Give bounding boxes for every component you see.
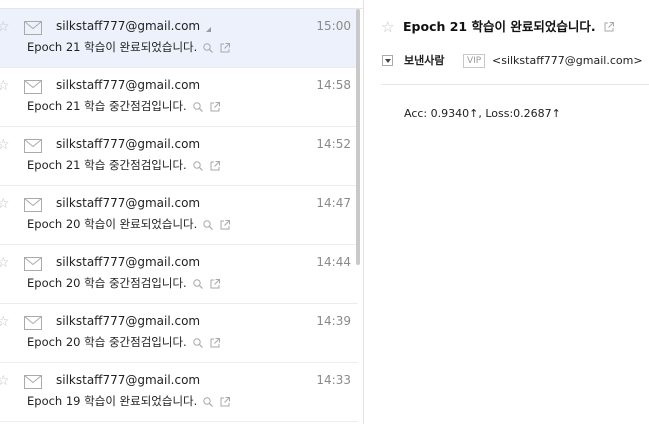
mail-subject-text: Epoch 21 학습 중간점검입니다. xyxy=(27,99,187,113)
sender-text: silkstaff777@gmail.com xyxy=(56,373,201,387)
sender-address[interactable]: silkstaff777@gmail.com xyxy=(56,314,200,329)
mail-subject-text: Epoch 20 학습이 완료되었습니다. xyxy=(27,217,198,231)
mail-list-item[interactable]: ☆ silkstaff777@gmail.com 14:52 Epoch 21 학습 … xyxy=(0,127,358,186)
envelope-icon xyxy=(24,21,42,35)
envelope-icon xyxy=(24,257,42,271)
sender-address[interactable]: silkstaff777@gmail.com xyxy=(56,196,200,211)
mail-subject-text: Epoch 19 학습이 완료되었습니다. xyxy=(27,394,198,408)
envelope-icon xyxy=(24,198,42,212)
search-icon[interactable] xyxy=(202,396,214,408)
envelope-icon xyxy=(24,139,42,153)
star-icon[interactable]: ☆ xyxy=(0,374,10,388)
search-icon[interactable] xyxy=(192,278,204,290)
mail-time: 15:00 xyxy=(316,19,351,33)
sender-text: silkstaff777@gmail.com xyxy=(56,314,201,328)
search-icon[interactable] xyxy=(202,42,214,54)
mail-list-item[interactable]: ☆ silkstaff777@gmail.com 14:58 Epoch 21 학습 … xyxy=(0,68,358,127)
star-icon[interactable]: ☆ xyxy=(0,315,10,329)
envelope-icon xyxy=(24,80,42,94)
reader-subject-text: Epoch 21 학습이 완료되었습니다. xyxy=(403,19,596,34)
envelope-icon xyxy=(24,316,42,330)
mail-subject-text: Epoch 20 학습 중간점검입니다. xyxy=(27,276,187,290)
mail-list-item[interactable]: ☆ silkstaff777@gmail.com 15:00 Epoch 21 학습이… xyxy=(0,9,358,68)
reading-pane: ☆ Epoch 21 학습이 완료되었습니다. 보낸사람 VIP <silkst… xyxy=(365,0,649,424)
new-window-icon[interactable] xyxy=(209,101,221,113)
reader-divider xyxy=(381,84,649,85)
mail-time: 14:47 xyxy=(316,196,351,210)
star-icon[interactable]: ☆ xyxy=(0,256,10,270)
mail-time: 14:39 xyxy=(316,314,351,328)
new-window-icon[interactable] xyxy=(209,278,221,290)
mail-subject[interactable]: Epoch 21 학습 중간점검입니다. xyxy=(27,99,221,114)
star-icon[interactable]: ☆ xyxy=(0,197,10,211)
sender-text: silkstaff777@gmail.com xyxy=(56,19,201,33)
star-icon[interactable]: ☆ xyxy=(0,79,10,93)
new-window-icon[interactable] xyxy=(209,160,221,172)
mail-subject[interactable]: Epoch 20 학습 중간점검입니다. xyxy=(27,276,221,291)
mail-time: 14:33 xyxy=(316,373,351,387)
mail-time: 14:52 xyxy=(316,137,351,151)
mail-subject[interactable]: Epoch 21 학습이 완료되었습니다. xyxy=(27,40,231,55)
mail-list-item[interactable]: ☆ silkstaff777@gmail.com 14:44 Epoch 20 학습 … xyxy=(0,245,358,304)
new-window-icon[interactable] xyxy=(603,21,615,33)
from-label: 보낸사람 xyxy=(404,54,445,67)
mail-time: 14:44 xyxy=(316,255,351,269)
star-icon[interactable]: ☆ xyxy=(0,138,10,152)
search-icon[interactable] xyxy=(192,101,204,113)
mail-list-item[interactable]: ☆ silkstaff777@gmail.com 14:39 Epoch 20 학습 … xyxy=(0,304,358,363)
sender-text: silkstaff777@gmail.com xyxy=(56,78,201,92)
mail-subject-text: Epoch 21 학습이 완료되었습니다. xyxy=(27,40,198,54)
new-window-icon[interactable] xyxy=(219,396,231,408)
mail-list-item[interactable]: ☆ silkstaff777@gmail.com 14:47 Epoch 20 학습이… xyxy=(0,186,358,245)
from-email[interactable]: <silkstaff777@gmail.com> xyxy=(492,54,643,68)
mail-subject[interactable]: Epoch 20 학습 중간점검입니다. xyxy=(27,335,221,350)
mail-subject[interactable]: Epoch 21 학습 중간점검입니다. xyxy=(27,158,221,173)
mail-list-pane: ☆ silkstaff777@gmail.com 15:00 Epoch 21 학습이… xyxy=(0,0,364,424)
mail-list-item[interactable]: ☆ silkstaff777@gmail.com 14:33 Epoch 19 학습이… xyxy=(0,363,358,422)
search-icon[interactable] xyxy=(202,219,214,231)
sender-text: silkstaff777@gmail.com xyxy=(56,196,201,210)
mail-subject[interactable]: Epoch 20 학습이 완료되었습니다. xyxy=(27,217,231,232)
sender-address[interactable]: silkstaff777@gmail.com xyxy=(56,19,212,34)
scrollbar[interactable] xyxy=(356,9,360,265)
mail-subject-text: Epoch 20 학습 중간점검입니다. xyxy=(27,335,187,349)
sender-address[interactable]: silkstaff777@gmail.com xyxy=(56,78,200,93)
star-icon[interactable]: ☆ xyxy=(381,19,394,35)
mail-body: Acc: 0.9340↑, Loss:0.2687↑ xyxy=(404,107,561,120)
star-icon[interactable]: ☆ xyxy=(0,20,10,34)
mail-subject[interactable]: Epoch 19 학습이 완료되었습니다. xyxy=(27,394,231,409)
reader-subject: Epoch 21 학습이 완료되었습니다. xyxy=(403,19,615,35)
new-window-icon[interactable] xyxy=(219,42,231,54)
new-window-icon[interactable] xyxy=(209,337,221,349)
search-icon[interactable] xyxy=(192,160,204,172)
sender-dropdown-button[interactable] xyxy=(382,55,393,66)
sender-text: silkstaff777@gmail.com xyxy=(56,137,201,151)
new-window-icon[interactable] xyxy=(219,219,231,231)
envelope-icon xyxy=(24,375,42,389)
caret-icon[interactable] xyxy=(206,27,212,32)
sender-address[interactable]: silkstaff777@gmail.com xyxy=(56,137,200,152)
sender-address[interactable]: silkstaff777@gmail.com xyxy=(56,255,200,270)
sender-address[interactable]: silkstaff777@gmail.com xyxy=(56,373,200,388)
sender-text: silkstaff777@gmail.com xyxy=(56,255,201,269)
mail-time: 14:58 xyxy=(316,78,351,92)
mail-subject-text: Epoch 21 학습 중간점검입니다. xyxy=(27,158,187,172)
vip-badge[interactable]: VIP xyxy=(463,54,486,68)
search-icon[interactable] xyxy=(192,337,204,349)
